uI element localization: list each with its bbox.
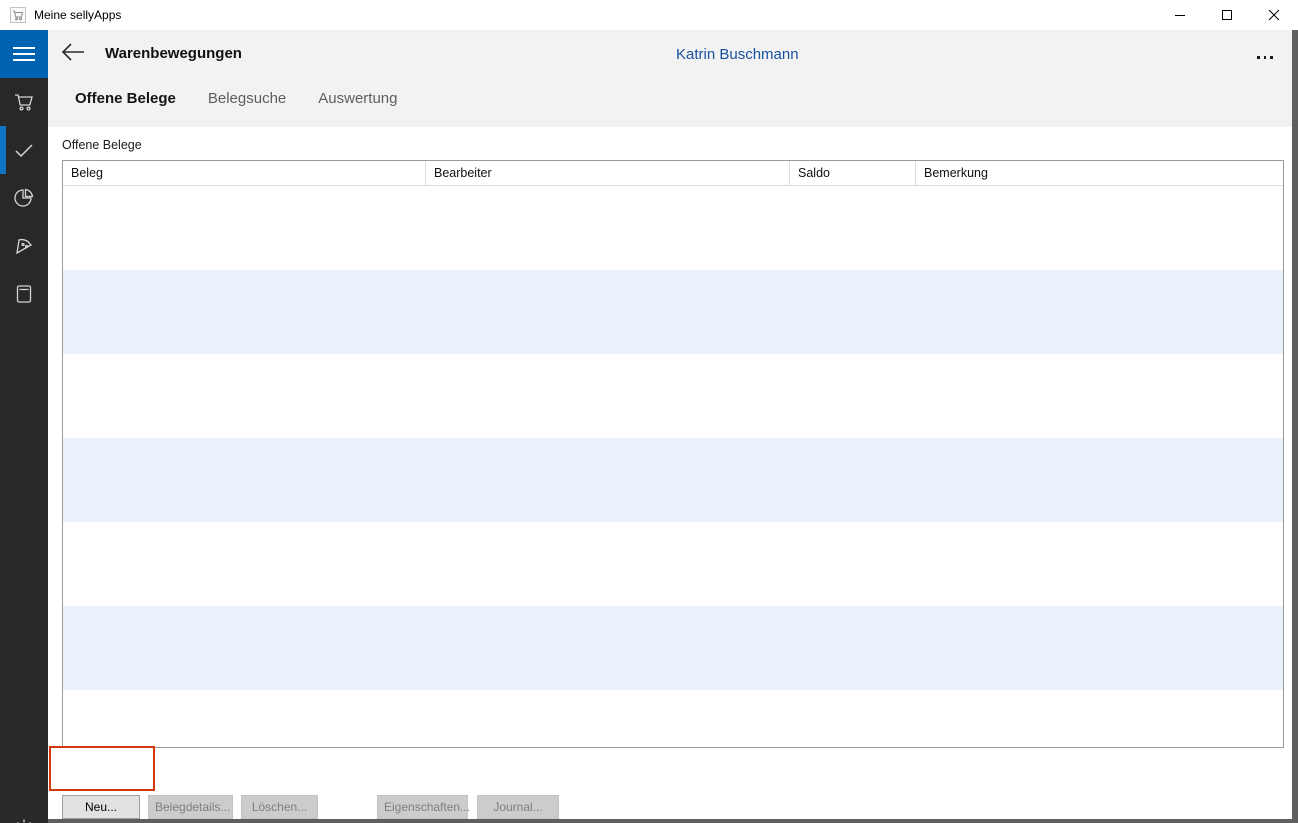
sidebar-item-reports[interactable] [0, 174, 48, 222]
tab-offene-belege[interactable]: Offene Belege [75, 90, 176, 107]
back-arrow-icon [61, 43, 85, 61]
hamburger-menu-button[interactable] [0, 30, 48, 78]
open-documents-table: Beleg Bearbeiter Saldo Bemerkung [62, 160, 1284, 748]
hamburger-menu-icon [13, 47, 35, 61]
titlebar: Meine sellyApps [0, 0, 1298, 30]
column-header-beleg[interactable]: Beleg [63, 161, 426, 185]
neu-button[interactable]: Neu... [62, 795, 140, 819]
gear-icon [13, 818, 35, 823]
tab-auswertung[interactable]: Auswertung [318, 90, 397, 107]
page-title: Warenbewegungen [105, 45, 242, 62]
table-body-empty [63, 186, 1283, 747]
app-window: Meine sellyApps [0, 0, 1298, 823]
more-options-button[interactable] [1251, 48, 1279, 66]
book-icon [13, 283, 35, 305]
pie-chart-icon [13, 187, 35, 209]
column-header-bemerkung[interactable]: Bemerkung [916, 161, 1283, 185]
more-ellipsis-icon [1257, 56, 1260, 59]
back-button[interactable] [60, 43, 86, 63]
selection-indicator [0, 126, 6, 174]
column-header-saldo[interactable]: Saldo [790, 161, 916, 185]
maximize-button[interactable] [1204, 0, 1250, 30]
window-edge-bottom [48, 819, 1298, 823]
settings-button[interactable] [0, 805, 48, 823]
check-icon [13, 139, 35, 161]
column-header-bearbeiter[interactable]: Bearbeiter [426, 161, 790, 185]
sidebar-item-sales[interactable] [0, 78, 48, 126]
table-group-label: Offene Belege [62, 138, 142, 152]
pizza-slice-icon [13, 235, 35, 257]
page-header: Warenbewegungen Katrin Buschmann Offene … [48, 30, 1292, 127]
sidebar-item-journal[interactable] [0, 270, 48, 318]
eigenschaften-button: Eigenschaften... [377, 795, 468, 819]
table-header-row: Beleg Bearbeiter Saldo Bemerkung [63, 161, 1283, 186]
sidebar-item-offers[interactable] [0, 222, 48, 270]
minimize-button[interactable] [1157, 0, 1203, 30]
journal-button: Journal... [477, 795, 559, 819]
tab-bar: Offene Belege Belegsuche Auswertung [75, 90, 398, 107]
belegdetails-button: Belegdetails... [148, 795, 233, 819]
close-button[interactable] [1251, 0, 1297, 30]
tab-belegsuche[interactable]: Belegsuche [208, 90, 286, 107]
sidebar-nav [0, 78, 48, 318]
app-logo-icon [10, 7, 26, 23]
sidebar-item-open-documents[interactable] [0, 126, 48, 174]
cart-icon [13, 91, 35, 113]
loeschen-button: Löschen... [241, 795, 318, 819]
user-name[interactable]: Katrin Buschmann [676, 46, 799, 63]
content-area: Offene Belege Beleg Bearbeiter Saldo Bem… [48, 127, 1292, 823]
window-title: Meine sellyApps [34, 8, 121, 22]
sidebar [0, 30, 48, 823]
window-edge-right [1292, 30, 1298, 823]
